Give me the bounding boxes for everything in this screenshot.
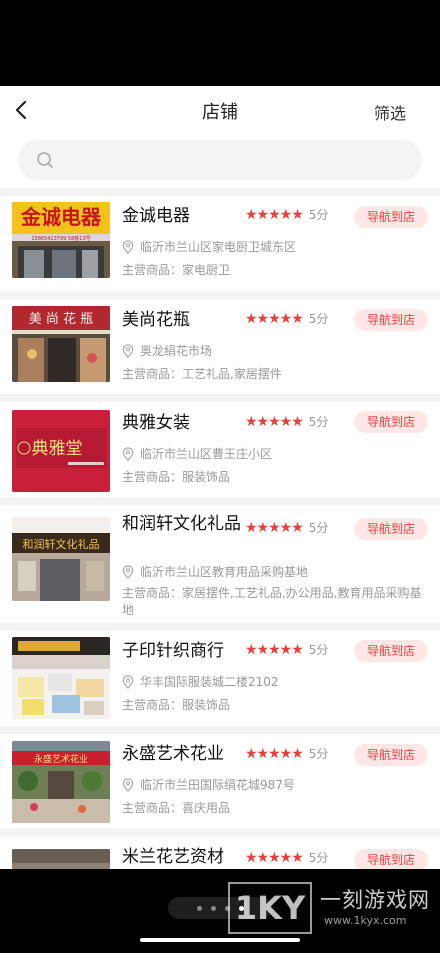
location-pin-icon	[122, 239, 134, 254]
star-rating-icon: ★★★★★	[245, 519, 304, 536]
navigate-to-store-button[interactable]: 导航到店	[354, 518, 428, 540]
shop-rating: ★★★★★ 5分	[245, 413, 328, 430]
shop-name: 和润轩文化礼品	[122, 514, 241, 534]
search-box[interactable]	[18, 140, 422, 180]
shop-photo	[12, 637, 110, 719]
rating-score: 5分	[308, 415, 329, 429]
filter-button[interactable]: 筛选	[374, 100, 406, 124]
shop-card[interactable]: 金诚电器 15865413799 58栋13号 金诚电器 ★★★★★ 5分 导航…	[0, 196, 440, 291]
page-dot	[196, 905, 202, 911]
shop-address: 临沂市兰山区教育用品采购基地	[122, 563, 308, 580]
shop-address: 华丰国际服装城二楼2102	[122, 673, 279, 690]
navigate-to-store-button[interactable]: 导航到店	[354, 744, 428, 766]
shop-list: 金诚电器 15865413799 58栋13号 金诚电器 ★★★★★ 5分 导航…	[0, 188, 440, 869]
shop-name: 金诚电器	[122, 206, 190, 226]
main-goods: 主营商品：喜庆用品	[122, 801, 231, 815]
location-pin-icon	[122, 446, 134, 461]
address-text: 奥龙绢花市场	[140, 344, 213, 358]
address-text: 临沂市兰山区家电厨卫城东区	[140, 240, 297, 254]
shop-address: 临沂市兰山区曹王庄小区	[122, 445, 272, 462]
shop-sign-text: 金诚电器	[20, 205, 102, 229]
shop-rating: ★★★★★ 5分	[245, 849, 328, 866]
location-pin-icon	[122, 674, 134, 689]
home-indicator[interactable]	[140, 938, 300, 942]
shop-photo: 典雅堂	[12, 410, 110, 492]
location-pin-icon	[122, 564, 134, 579]
navigate-to-store-button[interactable]: 导航到店	[354, 309, 428, 331]
shop-name: 米兰花艺资材	[122, 847, 224, 867]
shop-photo: 永盛艺术花业	[12, 741, 110, 823]
rating-score: 5分	[308, 851, 329, 865]
address-text: 临沂市兰山区曹王庄小区	[140, 447, 273, 461]
navigation-bar: 店铺 筛选	[0, 86, 440, 136]
shop-sign-text: 和润轩文化礼品	[23, 537, 100, 551]
shop-name: 永盛艺术花业	[122, 744, 224, 764]
shop-sign-subtext: 15865413799 58栋13号	[31, 235, 90, 242]
shop-card[interactable]: 美 尚 花 瓶 美尚花瓶 ★★★★★ 5分 导航到店 奥龙绢花市场 主营商品：工…	[0, 299, 440, 394]
page-title: 店铺	[202, 102, 238, 123]
location-pin-icon	[122, 343, 134, 358]
main-goods: 主营商品：服装饰品	[122, 698, 231, 712]
rating-score: 5分	[308, 208, 329, 222]
shop-card[interactable]: 子印针织商行 ★★★★★ 5分 导航到店 华丰国际服装城二楼2102 主营商品：…	[0, 631, 440, 726]
shop-address: 奥龙绢花市场	[122, 342, 212, 359]
navigate-to-store-button[interactable]: 导航到店	[354, 849, 428, 869]
shop-sign-text: 永盛艺术花业	[34, 753, 88, 765]
address-text: 华丰国际服装城二楼2102	[140, 675, 279, 689]
star-rating-icon: ★★★★★	[245, 745, 304, 762]
shop-card[interactable]: 永盛艺术花业 永盛艺术花业 ★★★★★ 5分 导航到店 临沂市兰田国际绢花城98…	[0, 734, 440, 829]
star-rating-icon: ★★★★★	[245, 206, 304, 223]
shop-rating: ★★★★★ 5分	[245, 745, 328, 762]
star-rating-icon: ★★★★★	[245, 413, 304, 430]
shop-card[interactable]: 典雅堂 典雅女装 ★★★★★ 5分 导航到店 临沂市兰山区曹王庄小区 主营商品：…	[0, 402, 440, 497]
shop-name: 典雅女装	[122, 413, 190, 433]
watermark: 1KY 一刻游戏网 www.1kyx.com	[228, 882, 440, 938]
shop-card[interactable]: 和润轩文化礼品 和润轩文化礼品 ★★★★★ 5分 导航到店 临沂市兰山区教育用品…	[0, 505, 440, 623]
navigate-to-store-button[interactable]: 导航到店	[354, 206, 428, 228]
shop-rating: ★★★★★ 5分	[245, 519, 328, 536]
shop-name: 美尚花瓶	[122, 310, 190, 330]
shop-photo: 金诚电器 15865413799 58栋13号	[12, 202, 110, 278]
back-arrow-icon[interactable]	[10, 98, 34, 122]
star-rating-icon: ★★★★★	[245, 310, 304, 327]
shop-photo: 和润轩文化礼品	[12, 517, 110, 601]
main-goods: 主营商品：家电厨卫	[122, 263, 231, 277]
shop-photo	[12, 849, 110, 869]
rating-score: 5分	[308, 747, 329, 761]
main-goods: 主营商品：家居摆件,工艺礼品,办公用品,教育用品采购基地	[122, 586, 422, 617]
star-rating-icon: ★★★★★	[245, 849, 304, 866]
shop-address: 临沂市兰山区家电厨卫城东区	[122, 238, 296, 255]
shop-name: 子印针织商行	[122, 641, 224, 661]
search-icon	[37, 152, 53, 168]
address-text: 临沂市兰山区教育用品采购基地	[140, 565, 309, 579]
shop-sign-text: 美 尚 花 瓶	[29, 311, 93, 327]
main-goods: 主营商品：工艺礼品,家居摆件	[122, 367, 282, 381]
search-input[interactable]	[62, 140, 392, 180]
rating-score: 5分	[308, 521, 329, 535]
watermark-title: 一刻游戏网	[320, 888, 430, 912]
shop-photo: 美 尚 花 瓶	[12, 306, 110, 382]
shop-rating: ★★★★★ 5分	[245, 641, 328, 658]
rating-score: 5分	[308, 312, 329, 326]
watermark-logo: 1KY	[228, 882, 312, 934]
star-rating-icon: ★★★★★	[245, 641, 304, 658]
shop-rating: ★★★★★ 5分	[245, 206, 328, 223]
address-text: 临沂市兰田国际绢花城987号	[140, 778, 295, 792]
shop-list-page: 店铺 筛选 金诚电器 15865413799 58栋13号 金诚电器 ★★★★★…	[0, 86, 440, 869]
shop-sign-text: 典雅堂	[32, 439, 83, 459]
shop-card[interactable]: 米兰花艺资材 ★★★★★ 5分 导航到店	[0, 837, 440, 869]
location-pin-icon	[122, 777, 134, 792]
page-dot	[210, 905, 216, 911]
navigate-to-store-button[interactable]: 导航到店	[354, 411, 428, 433]
shop-rating: ★★★★★ 5分	[245, 310, 328, 327]
main-goods: 主营商品：服装饰品	[122, 470, 231, 484]
rating-score: 5分	[308, 643, 329, 657]
navigate-to-store-button[interactable]: 导航到店	[354, 640, 428, 662]
status-bar	[0, 0, 440, 86]
watermark-url: www.1kyx.com	[324, 914, 407, 927]
search-area	[0, 136, 440, 188]
shop-address: 临沂市兰田国际绢花城987号	[122, 776, 295, 793]
